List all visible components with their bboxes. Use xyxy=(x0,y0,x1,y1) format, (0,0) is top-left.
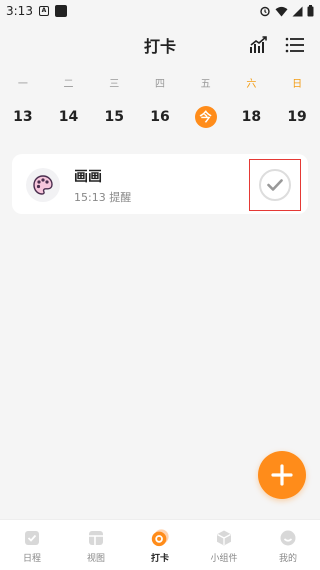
task-title: 画画 xyxy=(74,169,102,185)
alarm-icon xyxy=(260,6,270,17)
statistics-button[interactable] xyxy=(246,32,272,58)
tab-view[interactable]: 视图 xyxy=(64,520,128,570)
date-cell[interactable]: 19 xyxy=(277,106,317,128)
tab-label: 打卡 xyxy=(150,554,169,564)
task-reminder: 15:13 提醒 xyxy=(74,191,132,204)
task-card[interactable]: 画画 15:13 提醒 xyxy=(12,154,308,214)
tab-profile[interactable]: 我的 xyxy=(256,520,320,570)
checkin-button[interactable] xyxy=(259,169,291,201)
header: 打卡 xyxy=(0,30,320,60)
week-strip: 一 二 三 四 五 六 日 13 14 15 16 今 18 19 xyxy=(0,78,320,128)
list-icon xyxy=(285,37,304,53)
profile-icon xyxy=(278,528,298,548)
today-marker: 今 xyxy=(194,106,217,128)
weekday-label: 三 xyxy=(109,79,120,90)
tab-widget[interactable]: 小组件 xyxy=(192,520,256,570)
tab-label: 小组件 xyxy=(210,554,238,564)
date-cell[interactable]: 13 xyxy=(3,106,43,128)
tab-checkin[interactable]: 打卡 xyxy=(128,520,192,570)
view-icon xyxy=(86,528,106,548)
widget-icon xyxy=(214,528,234,548)
weekday-label: 四 xyxy=(154,79,165,90)
status-bar: 3:13 A xyxy=(0,0,320,22)
weekday-label: 一 xyxy=(17,79,28,90)
date-cell[interactable]: 18 xyxy=(231,106,271,128)
wifi-icon xyxy=(275,6,288,16)
add-button[interactable] xyxy=(258,451,306,499)
checkmark-icon xyxy=(267,179,283,191)
tab-label: 视图 xyxy=(86,554,105,564)
date-today[interactable]: 今 xyxy=(186,106,226,128)
date-cell[interactable]: 16 xyxy=(140,106,180,128)
date-cell[interactable]: 15 xyxy=(94,106,134,128)
weekday-label: 五 xyxy=(200,79,211,90)
weekday-label: 日 xyxy=(292,79,303,90)
notification-square-icon xyxy=(54,5,67,17)
trend-chart-icon xyxy=(250,36,267,53)
battery-icon xyxy=(307,5,314,17)
schedule-icon xyxy=(22,528,42,548)
status-time: 3:13 xyxy=(6,4,33,18)
page-title: 打卡 xyxy=(143,37,176,56)
notification-a-icon: A xyxy=(38,6,49,16)
palette-icon xyxy=(26,168,60,202)
bottom-tab-bar: 日程 视图 打卡 小组件 我的 xyxy=(0,519,320,570)
weekday-label: 二 xyxy=(63,79,74,90)
signal-icon xyxy=(292,6,303,16)
tab-label: 我的 xyxy=(278,554,297,564)
tab-label: 日程 xyxy=(22,554,41,564)
weekday-label: 六 xyxy=(246,79,257,90)
checkin-icon xyxy=(150,528,170,548)
date-cell[interactable]: 14 xyxy=(49,106,89,128)
tab-schedule[interactable]: 日程 xyxy=(0,520,64,570)
plus-icon xyxy=(271,464,293,486)
check-highlight-frame xyxy=(249,159,301,211)
list-menu-button[interactable] xyxy=(282,32,308,58)
